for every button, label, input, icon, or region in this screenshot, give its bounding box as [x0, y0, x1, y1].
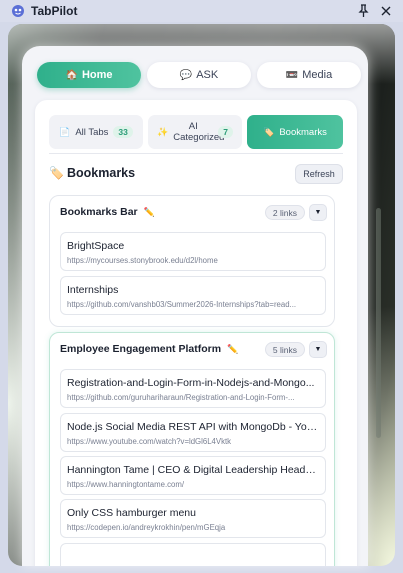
bookmark-group: Bookmarks Bar ✏️ 2 links ▼ BrightSpace h…	[49, 195, 335, 327]
tab-media-label: Media	[302, 69, 333, 81]
link-url: https://www.youtube.com/watch?v=ldGl6L4V…	[67, 437, 232, 446]
group-title: Employee Engagement Platform ✏️	[60, 343, 238, 355]
content-card: 📄 All Tabs 33 ✨ AI Categorized 7 🏷️ Book…	[35, 100, 357, 566]
tab-ask[interactable]: 💬 ASK	[147, 62, 251, 88]
link-title: BrightSpace	[67, 240, 125, 252]
link-url: https://github.com/vanshb03/Summer2026-I…	[67, 300, 297, 309]
bookmark-link[interactable]: Node.js Social Media REST API with Mongo…	[60, 413, 326, 452]
group-title-text: Bookmarks Bar	[60, 206, 138, 218]
group-title: Bookmarks Bar ✏️	[60, 206, 155, 218]
subtab-label: AI Categorized	[173, 121, 225, 143]
link-title: Internships	[67, 284, 119, 296]
subtab-label: Bookmarks	[279, 126, 327, 138]
link-title: Only CSS hamburger menu	[67, 507, 196, 519]
main-nav: 🏠 Home 💬 ASK 📼 Media	[37, 62, 361, 88]
bookmark-link[interactable]: Hannington Tame | CEO & Digital Leadersh…	[60, 456, 326, 495]
bookmark-link[interactable]: Only CSS hamburger menu https://codepen.…	[60, 499, 326, 538]
section-title: Bookmarks	[67, 166, 136, 180]
link-title: Registration-and-Login-Form-in-Nodejs-an…	[67, 377, 315, 389]
subtab-ai-categorized[interactable]: ✨ AI Categorized 7	[148, 115, 242, 149]
tab-media[interactable]: 📼 Media	[257, 62, 361, 88]
link-title: Node.js Social Media REST API with Mongo…	[67, 421, 321, 433]
refresh-button[interactable]: Refresh	[295, 164, 343, 184]
bookmark-link[interactable]	[60, 543, 326, 566]
bookmark-tag-icon: 🏷️	[49, 166, 64, 180]
close-icon[interactable]	[380, 5, 392, 17]
app-icon	[12, 5, 24, 17]
title-bar: TabPilot	[0, 0, 403, 22]
subtab-bar: 📄 All Tabs 33 ✨ AI Categorized 7 🏷️ Book…	[49, 115, 343, 149]
media-icon: 📼	[285, 69, 299, 81]
subtab-label: All Tabs	[75, 126, 109, 138]
link-url: https://mycourses.stonybrook.edu/d2l/hom…	[67, 256, 218, 265]
collapse-button[interactable]: ▼	[309, 341, 327, 358]
sparkle-icon: ✨	[157, 126, 169, 137]
pencil-icon[interactable]: ✏️	[227, 344, 238, 355]
main-panel: 🏠 Home 💬 ASK 📼 Media 📄 All Tabs 33 ✨ AI …	[22, 46, 368, 566]
count-badge: 33	[113, 126, 133, 138]
link-url: https://github.com/guruhariharaun/Regist…	[67, 393, 295, 402]
pin-icon[interactable]	[357, 4, 370, 18]
chat-icon: 💬	[179, 69, 193, 81]
collapse-button[interactable]: ▼	[309, 204, 327, 221]
group-header[interactable]: Bookmarks Bar ✏️ 2 links ▼	[50, 196, 334, 230]
window-title: TabPilot	[31, 4, 78, 18]
pencil-icon[interactable]: ✏️	[144, 207, 155, 218]
tab-home-label: Home	[81, 69, 113, 81]
divider	[49, 153, 343, 154]
link-count-badge: 5 links	[264, 342, 305, 357]
link-title: Hannington Tame | CEO & Digital Leadersh…	[67, 464, 321, 476]
bookmark-group: Employee Engagement Platform ✏️ 5 links …	[49, 332, 335, 566]
bookmark-link[interactable]: Internships https://github.com/vanshb03/…	[60, 276, 326, 315]
tab-ask-label: ASK	[196, 69, 219, 81]
group-title-text: Employee Engagement Platform	[60, 343, 222, 355]
section-header: 🏷️ Bookmarks Refresh	[49, 163, 343, 185]
page-icon: 📄	[59, 126, 71, 137]
subtab-bookmarks[interactable]: 🏷️ Bookmarks	[247, 115, 343, 149]
link-url: https://codepen.io/andreykrokhin/pen/mGE…	[67, 523, 226, 532]
link-url: https://www.hanningtontame.com/	[67, 480, 185, 489]
subtab-all-tabs[interactable]: 📄 All Tabs 33	[49, 115, 143, 149]
bookmark-link[interactable]: Registration-and-Login-Form-in-Nodejs-an…	[60, 369, 326, 408]
group-header[interactable]: Employee Engagement Platform ✏️ 5 links …	[50, 333, 334, 367]
home-icon: 🏠	[65, 69, 78, 81]
scrollbar[interactable]	[376, 208, 381, 438]
count-badge: 7	[218, 126, 233, 138]
tab-home[interactable]: 🏠 Home	[37, 62, 141, 88]
bookmark-tag-icon: 🏷️	[263, 126, 275, 137]
bookmark-link[interactable]: BrightSpace https://mycourses.stonybrook…	[60, 232, 326, 271]
link-count-badge: 2 links	[264, 205, 305, 220]
